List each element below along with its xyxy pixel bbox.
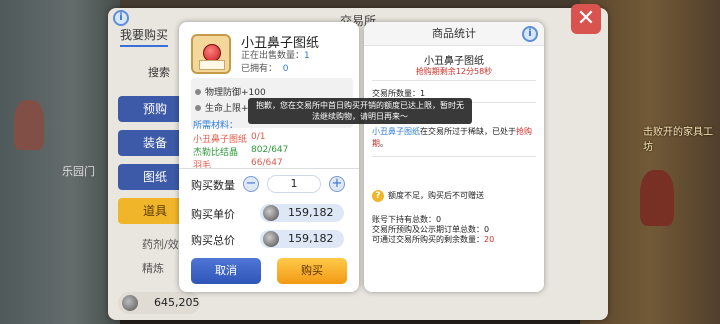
limit-reached-toast: 抱歉，您在交易所中首日购买开销的额度已达上限，暂时无 法继续购物，请明日再来～	[248, 98, 472, 124]
stat-label: 交易所预购及公示期订单总数：	[372, 225, 484, 234]
cancel-button[interactable]: 取消	[191, 258, 261, 284]
item-detail-panel: 小丑鼻子图纸 正在出售数量：1 已拥有： 0 物理防御+100 生命上限+ 所需…	[179, 22, 359, 292]
materials-divider	[179, 168, 359, 169]
clown-nose-blueprint-icon	[191, 34, 231, 74]
bullet-icon	[195, 105, 201, 111]
total-price-field: 159,182	[260, 230, 344, 248]
toast-line-1: 抱歉，您在交易所中首日购买开销的额度已达上限，暂时无	[256, 101, 464, 110]
unit-price-value: 159,182	[288, 206, 334, 219]
qty-input[interactable]: 1	[267, 175, 321, 193]
warning-text: 额度不足，购买后不可赠送	[388, 191, 484, 200]
material-row: 羽毛 66/647	[193, 158, 333, 171]
search-label[interactable]: 搜索	[148, 64, 170, 80]
warning-icon: ?	[372, 190, 384, 202]
qty-plus-button[interactable]: +	[329, 176, 345, 192]
stat-line-remaining: 可通过交易所购买的剩余数量：20	[372, 234, 536, 246]
tab-buy[interactable]: 我要购买	[120, 26, 169, 47]
statistics-item-name: 小丑鼻子图纸	[424, 56, 484, 67]
material-row: 小丑鼻子图纸 0/1	[193, 132, 333, 145]
statistics-header: 商品统计	[364, 22, 544, 46]
side-label-refine[interactable]: 精炼	[142, 260, 164, 276]
left-area-label: 乐园门	[62, 165, 95, 178]
desc-middle: 在交易所过于稀缺，已处于	[420, 127, 516, 136]
stat-value: 0	[484, 225, 490, 234]
buy-button[interactable]: 购买	[277, 258, 347, 284]
on-sale-label: 正在出售数量：	[241, 51, 305, 61]
stat-text: 生命上限+	[205, 104, 249, 114]
stat-value: 20	[484, 235, 495, 244]
on-sale-value: 1	[304, 51, 310, 61]
coin-icon	[122, 295, 138, 311]
right-area-label: 击败开的家具工坊	[643, 127, 713, 153]
bullet-icon	[195, 89, 201, 95]
material-name: 小丑鼻子图纸	[193, 135, 248, 145]
material-name: 羽毛	[193, 161, 212, 171]
materials-title: 所需材料：	[193, 121, 239, 131]
qty-minus-button[interactable]: −	[243, 176, 259, 192]
coin-icon	[263, 231, 279, 247]
side-label-potion[interactable]: 药剂/效	[142, 236, 179, 252]
close-icon[interactable]: ✕	[571, 4, 601, 34]
divider	[372, 80, 536, 81]
material-count: 802/647	[251, 145, 289, 155]
on-sale-count: 正在出售数量：1	[241, 48, 310, 61]
owned-count: 已拥有： 0	[241, 61, 288, 74]
total-price-value: 159,182	[288, 232, 334, 245]
statistics-panel: 商品统计 i 小丑鼻子图纸 抢购期剩余12分58秒 交易所数量：1 小丑鼻子图纸…	[364, 22, 544, 292]
toast-line-2: 法继续购物，请明日再来～	[312, 112, 408, 121]
stat-label: 账号下持有总数：	[372, 215, 436, 224]
stat-label: 可通过交易所购买的剩余数量：	[372, 235, 484, 244]
qty-label: 购买数量	[191, 179, 235, 192]
total-price-label: 购买总价	[191, 234, 235, 247]
coin-balance-value: 645,205	[154, 296, 200, 309]
scarcity-description: 小丑鼻子图纸在交易所过于稀缺，已处于抢购期。	[372, 126, 536, 150]
statistics-info-icon[interactable]: i	[522, 26, 538, 42]
owned-label: 已拥有：	[241, 64, 278, 74]
divider	[372, 156, 536, 157]
unit-price-field: 159,182	[260, 204, 344, 222]
limit-timer: 抢购期剩余12分58秒	[415, 67, 493, 76]
coin-balance: 645,205	[118, 292, 200, 314]
material-name: 杰勒比结晶	[193, 148, 239, 158]
material-count: 0/1	[251, 132, 266, 142]
owned-value: 0	[282, 64, 289, 74]
blueprint-paper	[199, 60, 225, 70]
material-row: 杰勒比结晶 802/647	[193, 145, 333, 158]
material-count: 66/647	[251, 158, 283, 168]
stat-value: 0	[436, 215, 442, 224]
unit-price-label: 购买单价	[191, 208, 235, 221]
stat-line: 物理防御+100	[195, 85, 349, 98]
exchange-info-icon[interactable]: i	[113, 10, 129, 26]
stat-text: 物理防御+100	[205, 88, 266, 98]
desc-end: 。	[380, 139, 388, 148]
coin-icon	[263, 205, 279, 221]
desc-item-name: 小丑鼻子图纸	[372, 127, 420, 136]
